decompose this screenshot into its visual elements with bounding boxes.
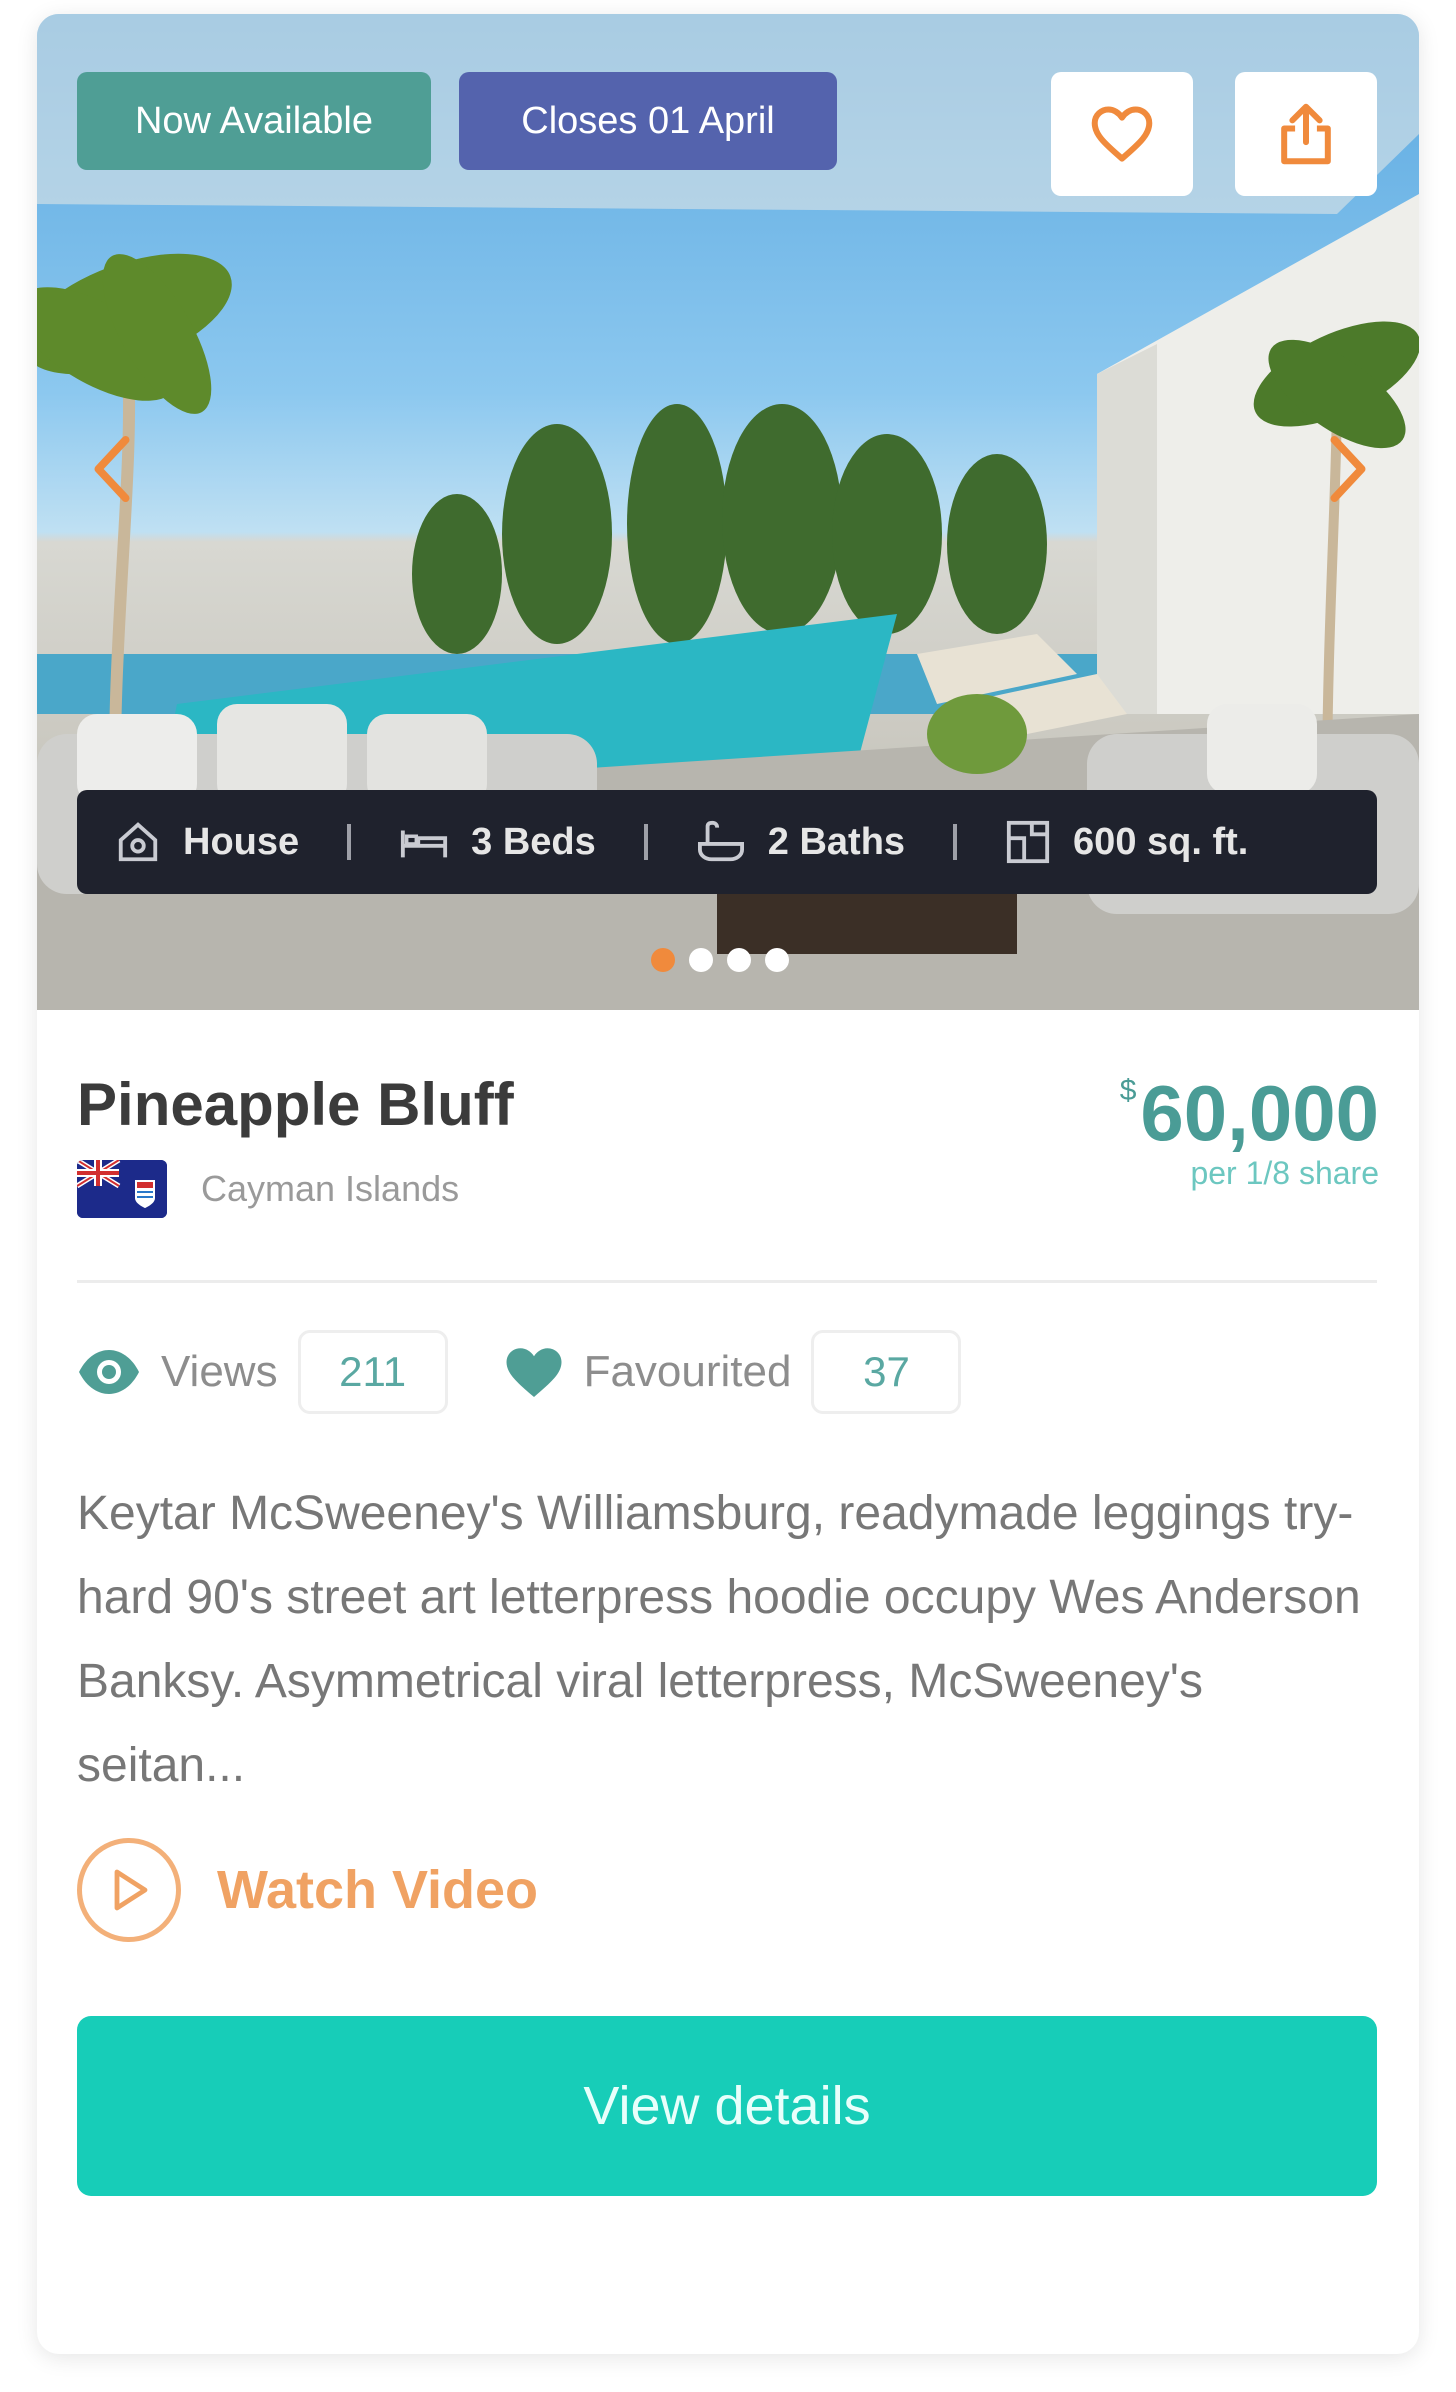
- bath-icon: [697, 820, 744, 862]
- spec-area: 600 sq. ft.: [1005, 819, 1248, 865]
- views-label: Views: [161, 1347, 278, 1396]
- property-title: Pineapple Bluff: [77, 1071, 514, 1138]
- cayman-islands-flag-icon: [77, 1160, 167, 1218]
- spec-beds-label: 3 Beds: [471, 820, 596, 863]
- previous-image-button[interactable]: [77, 424, 147, 514]
- listing-stats: Views 211 Favourited 37: [77, 1330, 962, 1414]
- spec-baths-label: 2 Baths: [767, 820, 906, 863]
- price-currency: $: [1119, 1074, 1137, 1107]
- price-block: $60,000 per 1/8 share: [1120, 1068, 1379, 1192]
- spec-type-label: House: [183, 820, 300, 863]
- views-count: 211: [297, 1330, 448, 1414]
- play-icon: [77, 1838, 181, 1942]
- price-amount: 60,000: [1140, 1069, 1379, 1157]
- view-details-button[interactable]: View details: [77, 2016, 1377, 2196]
- property-image-carousel[interactable]: Now Available Closes 01 April House 3 Be…: [37, 14, 1419, 1010]
- spec-baths: 2 Baths: [696, 819, 905, 865]
- house-icon: [118, 822, 158, 862]
- watch-video-link[interactable]: Watch Video: [77, 1838, 538, 1942]
- location-label: Cayman Islands: [201, 1168, 460, 1209]
- views-stat: Views 211: [77, 1330, 448, 1414]
- price-share-note: per 1/8 share: [1190, 1155, 1379, 1191]
- eye-icon: [79, 1350, 139, 1394]
- area-icon: [1006, 820, 1050, 864]
- spec-area-label: 600 sq. ft.: [1073, 820, 1249, 863]
- heart-filled-icon: [506, 1348, 562, 1397]
- watch-video-label: Watch Video: [217, 1860, 539, 1920]
- section-divider: [77, 1280, 1377, 1283]
- spec-divider: [643, 824, 648, 860]
- chevron-right-icon: [1330, 435, 1366, 503]
- carousel-dot[interactable]: [727, 948, 751, 972]
- spec-divider: [347, 824, 352, 860]
- carousel-indicators: [651, 948, 789, 972]
- bed-icon: [401, 830, 448, 858]
- favourite-button[interactable]: [1051, 72, 1193, 196]
- property-specs-bar: House 3 Beds 2 Baths 600 sq. ft.: [77, 790, 1377, 894]
- favourited-stat: Favourited 37: [504, 1330, 962, 1414]
- share-icon: [1281, 103, 1331, 165]
- carousel-dot[interactable]: [765, 948, 789, 972]
- heart-icon: [1091, 106, 1153, 162]
- spec-beds: 3 Beds: [399, 821, 596, 864]
- now-available-badge: Now Available: [77, 72, 431, 170]
- property-card: Now Available Closes 01 April House 3 Be…: [37, 14, 1419, 2354]
- closing-date-badge: Closes 01 April: [459, 72, 837, 170]
- share-button[interactable]: [1235, 72, 1377, 196]
- favourited-count: 37: [811, 1330, 962, 1414]
- property-location: Cayman Islands: [77, 1160, 459, 1218]
- spec-divider: [953, 824, 958, 860]
- chevron-left-icon: [94, 435, 130, 503]
- property-description: Keytar McSweeney's Williamsburg, readyma…: [77, 1487, 1361, 1792]
- next-image-button[interactable]: [1313, 424, 1383, 514]
- carousel-dot[interactable]: [651, 948, 675, 972]
- carousel-dot[interactable]: [689, 948, 713, 972]
- spec-type: House: [115, 819, 299, 865]
- favourited-label: Favourited: [583, 1347, 792, 1396]
